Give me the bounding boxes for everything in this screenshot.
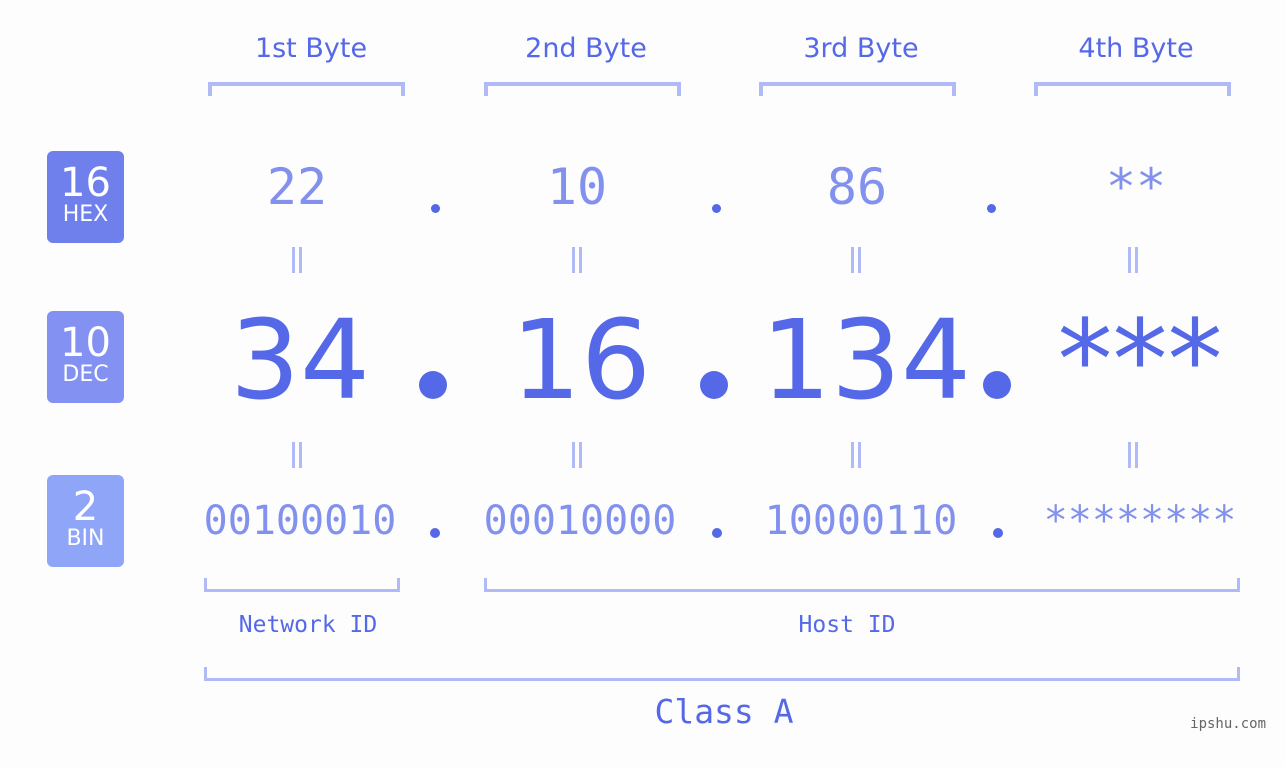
dec-separator-dot xyxy=(700,371,728,399)
hex-base-number: 16 xyxy=(60,160,111,206)
bin-separator-dot xyxy=(712,528,722,538)
dec-octet-4: *** xyxy=(1057,296,1223,424)
equals-icon xyxy=(572,247,582,273)
bin-octet-1: 00100010 xyxy=(203,498,397,544)
equals-icon xyxy=(851,442,861,468)
equals-icon xyxy=(572,442,582,468)
dec-badge: 10 DEC xyxy=(47,311,124,403)
host-id-label: Host ID xyxy=(798,612,896,638)
bin-octet-3: 10000110 xyxy=(764,498,958,544)
byte-header-3: 3rd Byte xyxy=(803,33,919,64)
bin-separator-dot xyxy=(993,528,1003,538)
equals-icon xyxy=(292,442,302,468)
byte-header-2: 2nd Byte xyxy=(525,33,647,64)
hex-separator-dot xyxy=(712,204,721,213)
byte-bracket-4 xyxy=(1034,82,1231,96)
hex-separator-dot xyxy=(987,204,996,213)
hex-octet-1: 22 xyxy=(266,158,328,216)
hex-separator-dot xyxy=(431,204,440,213)
watermark: ipshu.com xyxy=(1190,716,1266,732)
equals-icon xyxy=(1128,442,1138,468)
hex-badge: 16 HEX xyxy=(47,151,124,243)
byte-bracket-2 xyxy=(484,82,681,96)
equals-icon xyxy=(851,247,861,273)
byte-bracket-1 xyxy=(208,82,405,96)
equals-icon xyxy=(292,247,302,273)
hex-octet-2: 10 xyxy=(546,158,608,216)
bin-separator-dot xyxy=(430,528,440,538)
class-bracket xyxy=(204,667,1240,681)
network-id-label: Network ID xyxy=(238,612,378,638)
dec-separator-dot xyxy=(419,371,447,399)
class-label: Class A xyxy=(654,692,794,731)
byte-header-1: 1st Byte xyxy=(254,33,368,64)
bin-base-label: BIN xyxy=(66,526,105,551)
byte-bracket-3 xyxy=(759,82,956,96)
host-id-bracket xyxy=(484,578,1240,592)
dec-octet-1: 34 xyxy=(230,296,370,424)
bin-octet-4: ******** xyxy=(1043,498,1237,544)
hex-octet-4: ** xyxy=(1105,158,1167,216)
bin-octet-2: 00010000 xyxy=(483,498,677,544)
dec-separator-dot xyxy=(983,371,1011,399)
dec-octet-3: 134 xyxy=(761,296,971,424)
dec-base-label: DEC xyxy=(62,362,109,387)
dec-octet-2: 16 xyxy=(511,296,651,424)
hex-octet-3: 86 xyxy=(826,158,888,216)
dec-base-number: 10 xyxy=(60,320,111,366)
bin-base-number: 2 xyxy=(72,484,99,530)
equals-icon xyxy=(1128,247,1138,273)
bin-badge: 2 BIN xyxy=(47,475,124,567)
hex-base-label: HEX xyxy=(62,202,109,227)
network-id-bracket xyxy=(204,578,400,592)
byte-header-4: 4th Byte xyxy=(1078,33,1194,64)
